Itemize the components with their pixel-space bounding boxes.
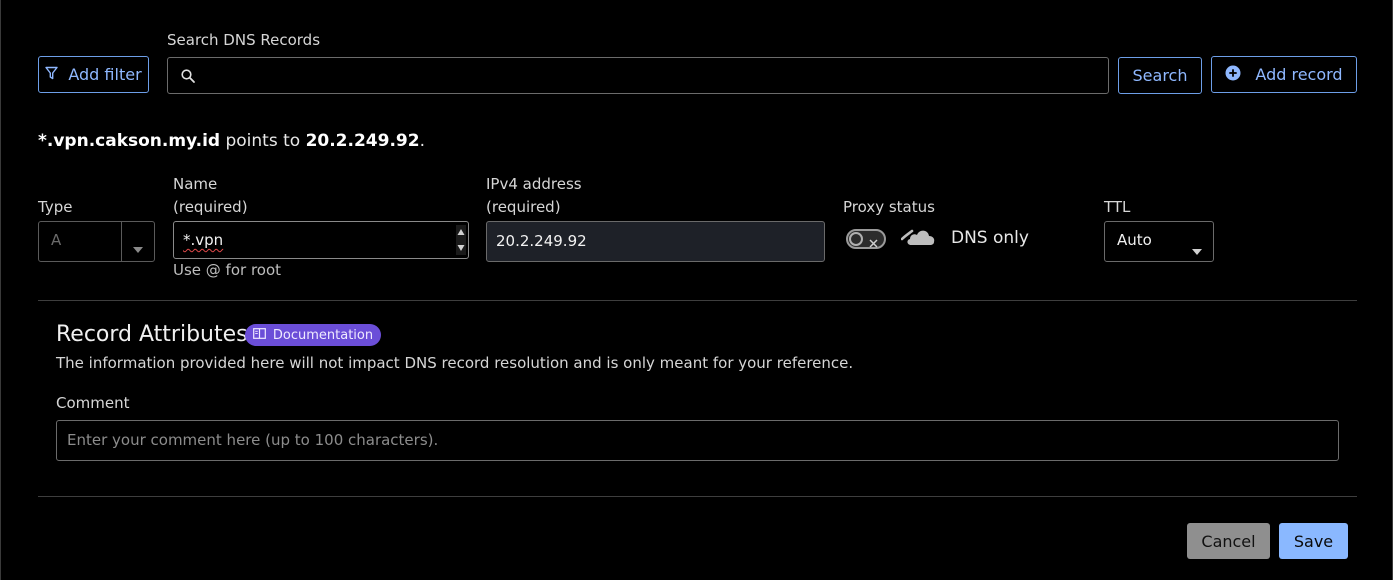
search-input[interactable] <box>167 57 1109 94</box>
chevron-down-icon <box>1192 240 1202 259</box>
ttl-select[interactable]: Auto <box>1104 221 1214 262</box>
proxy-toggle[interactable] <box>846 229 886 249</box>
x-icon <box>869 233 878 252</box>
add-filter-label: Add filter <box>68 65 142 84</box>
book-icon <box>252 327 266 343</box>
cancel-button[interactable]: Cancel <box>1187 523 1270 559</box>
name-label-line2: (required) <box>173 198 248 216</box>
ttl-value: Auto <box>1117 231 1152 249</box>
save-button[interactable]: Save <box>1279 523 1348 559</box>
type-select[interactable]: A <box>38 221 155 262</box>
stepper-icon[interactable] <box>456 225 466 259</box>
documentation-label: Documentation <box>272 327 374 343</box>
dns-record-editor: Add filter Search DNS Records Search Add… <box>0 0 1393 580</box>
type-label: Type <box>38 198 73 216</box>
ipv4-label-line2: (required) <box>486 198 561 216</box>
name-field[interactable]: *.vpn <box>173 221 469 259</box>
attributes-description: The information provided here will not i… <box>56 354 854 372</box>
summary-period: . <box>419 131 425 151</box>
summary-points-to: points to <box>225 131 301 151</box>
search-button-label: Search <box>1132 66 1188 85</box>
search-label: Search DNS Records <box>167 31 321 49</box>
toggle-knob <box>849 232 863 246</box>
summary-target: 20.2.249.92 <box>305 131 420 151</box>
add-record-label: Add record <box>1255 65 1343 84</box>
add-filter-button[interactable]: Add filter <box>38 56 149 93</box>
divider <box>38 496 1357 497</box>
comment-placeholder: Enter your comment here (up to 100 chara… <box>67 431 439 449</box>
ipv4-label-line1: IPv4 address <box>486 175 582 193</box>
plus-circle-icon <box>1225 65 1241 85</box>
comment-label: Comment <box>56 394 130 412</box>
divider <box>38 300 1357 301</box>
chevron-down-icon <box>133 238 143 257</box>
documentation-badge[interactable]: Documentation <box>245 324 381 346</box>
proxy-status-label: Proxy status <box>843 198 935 216</box>
search-icon <box>180 68 196 88</box>
ipv4-label: IPv4 address (required) <box>486 173 582 219</box>
name-hint: Use @ for root <box>173 261 282 279</box>
record-summary: *.vpn.cakson.my.id points to 20.2.249.92… <box>38 131 425 151</box>
proxy-status-value: DNS only <box>951 228 1029 248</box>
type-select-divider <box>121 222 122 261</box>
name-label-line1: Name <box>173 175 218 193</box>
cloud-dns-only-icon <box>900 224 937 252</box>
record-attributes-title: Record Attributes <box>56 322 248 347</box>
search-button[interactable]: Search <box>1118 57 1202 94</box>
ttl-label: TTL <box>1104 198 1131 216</box>
add-record-button[interactable]: Add record <box>1211 56 1357 93</box>
summary-record-name: *.vpn.cakson.my.id <box>38 131 221 151</box>
ipv4-field-value: 20.2.249.92 <box>496 232 587 250</box>
ipv4-field[interactable]: 20.2.249.92 <box>486 221 825 262</box>
filter-icon <box>45 65 59 84</box>
cancel-label: Cancel <box>1201 531 1256 551</box>
type-value: A <box>51 231 62 249</box>
name-label: Name (required) <box>173 173 248 219</box>
name-field-value: *.vpn <box>183 231 224 249</box>
save-label: Save <box>1293 531 1334 551</box>
comment-field[interactable]: Enter your comment here (up to 100 chara… <box>56 420 1339 461</box>
